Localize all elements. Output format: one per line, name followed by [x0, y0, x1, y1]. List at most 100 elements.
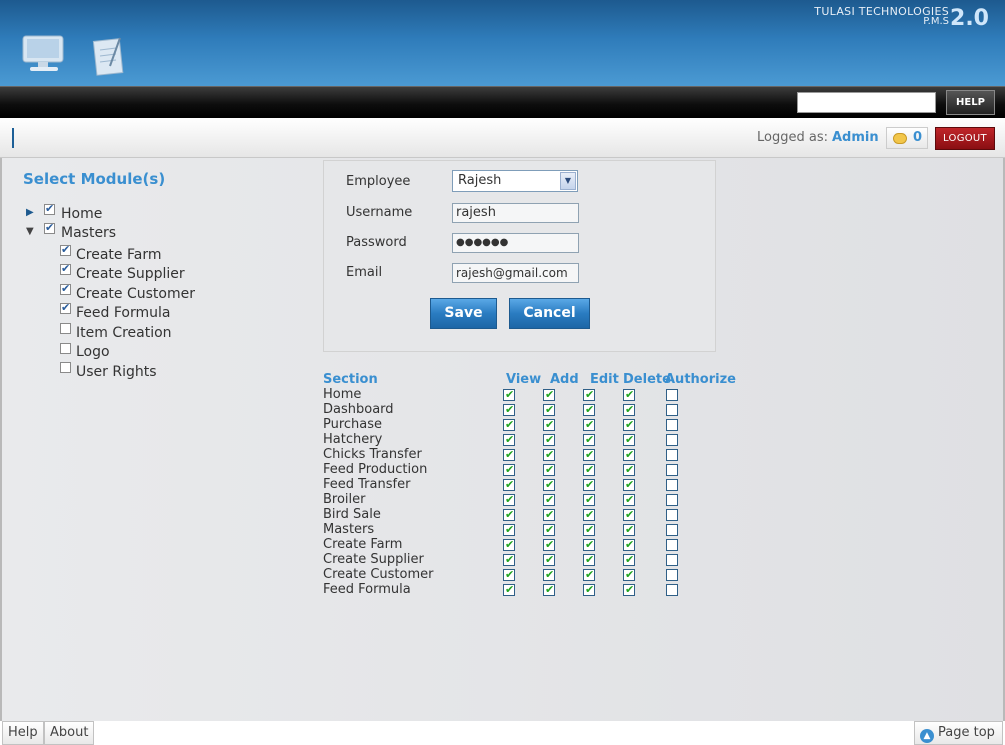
checkbox-view[interactable] [503, 523, 515, 536]
checkbox-edit[interactable] [583, 583, 595, 596]
checkbox-authorize[interactable] [666, 524, 678, 536]
checkbox-delete[interactable] [623, 463, 635, 476]
checkbox-add[interactable] [543, 388, 555, 401]
password-field[interactable]: ●●●●●● [452, 233, 579, 253]
checkbox-view[interactable] [503, 583, 515, 596]
checkbox-edit[interactable] [583, 568, 595, 581]
checkbox-view[interactable] [503, 403, 515, 416]
checkbox-add[interactable] [543, 568, 555, 581]
checkbox-authorize[interactable] [666, 509, 678, 521]
checkbox-view[interactable] [503, 553, 515, 566]
checkbox-edit[interactable] [583, 463, 595, 476]
save-button[interactable]: Save [430, 298, 497, 329]
footer-about-link[interactable]: About [44, 721, 95, 745]
checkbox-edit[interactable] [583, 493, 595, 506]
checkbox-add[interactable] [543, 508, 555, 521]
checkbox-add[interactable] [543, 433, 555, 446]
checkbox-delete[interactable] [623, 388, 635, 401]
checkbox-add[interactable] [543, 463, 555, 476]
checkbox-edit[interactable] [583, 538, 595, 551]
username-link[interactable]: Admin [832, 130, 879, 145]
checkbox-add[interactable] [543, 583, 555, 596]
checkbox-add[interactable] [543, 493, 555, 506]
checkbox-view[interactable] [503, 538, 515, 551]
checkbox-delete[interactable] [623, 553, 635, 566]
checkbox-delete[interactable] [623, 583, 635, 596]
checkbox-create-farm[interactable] [60, 243, 71, 256]
checkbox-view[interactable] [503, 463, 515, 476]
checkbox-edit[interactable] [583, 553, 595, 566]
checkbox-delete[interactable] [623, 523, 635, 536]
checkbox-home[interactable] [44, 202, 55, 215]
employee-select[interactable]: Rajesh ▼ [452, 170, 578, 192]
checkbox-view[interactable] [503, 448, 515, 461]
section-label: Create Supplier [323, 552, 424, 567]
checkbox-view[interactable] [503, 388, 515, 401]
checkbox-edit[interactable] [583, 433, 595, 446]
checkbox-authorize[interactable] [666, 449, 678, 461]
checkbox-delete[interactable] [623, 433, 635, 446]
footer-help-link[interactable]: Help [2, 721, 44, 745]
checkbox-authorize[interactable] [666, 494, 678, 506]
checkbox-add[interactable] [543, 448, 555, 461]
checkbox-view[interactable] [503, 478, 515, 491]
checkbox-delete[interactable] [623, 538, 635, 551]
checkbox-create-customer[interactable] [60, 282, 71, 295]
collapse-arrow-icon[interactable]: ▼ [26, 226, 34, 237]
checkbox-authorize[interactable] [666, 539, 678, 551]
checkbox-authorize[interactable] [666, 419, 678, 431]
checkbox-edit[interactable] [583, 388, 595, 401]
checkbox-authorize[interactable] [666, 404, 678, 416]
checkbox-delete[interactable] [623, 568, 635, 581]
chevron-down-icon[interactable]: ▼ [560, 172, 576, 190]
checkbox-view[interactable] [503, 508, 515, 521]
help-button[interactable]: HELP [946, 90, 995, 115]
checkbox-add[interactable] [543, 553, 555, 566]
checkbox-delete[interactable] [623, 418, 635, 431]
checkbox-authorize[interactable] [666, 434, 678, 446]
module-title: Select Module(s) [23, 170, 166, 188]
checkbox-masters[interactable] [44, 221, 55, 234]
checkbox-view[interactable] [503, 433, 515, 446]
checkbox-add[interactable] [543, 538, 555, 551]
checkbox-edit[interactable] [583, 508, 595, 521]
checkbox-view[interactable] [503, 568, 515, 581]
checkbox-delete[interactable] [623, 508, 635, 521]
checkbox-item-creation[interactable] [60, 323, 71, 334]
checkbox-authorize[interactable] [666, 464, 678, 476]
tree-item-user-rights: User Rights [76, 364, 157, 380]
checkbox-edit[interactable] [583, 403, 595, 416]
checkbox-authorize[interactable] [666, 554, 678, 566]
checkbox-delete[interactable] [623, 478, 635, 491]
messages-button[interactable]: 0 [886, 127, 928, 149]
checkbox-logo[interactable] [60, 343, 71, 354]
email-field[interactable]: rajesh@gmail.com [452, 263, 579, 283]
page-top-link[interactable]: ▲ Page top [914, 721, 1003, 745]
checkbox-user-rights[interactable] [60, 362, 71, 373]
checkbox-edit[interactable] [583, 448, 595, 461]
checkbox-authorize[interactable] [666, 569, 678, 581]
checkbox-add[interactable] [543, 403, 555, 416]
checkbox-view[interactable] [503, 418, 515, 431]
expand-arrow-icon[interactable]: ▶ [26, 207, 34, 218]
checkbox-view[interactable] [503, 493, 515, 506]
checkbox-feed-formula[interactable] [60, 301, 71, 314]
checkbox-edit[interactable] [583, 418, 595, 431]
checkbox-authorize[interactable] [666, 479, 678, 491]
logout-button[interactable]: LOGOUT [935, 127, 995, 150]
checkbox-add[interactable] [543, 478, 555, 491]
username-field[interactable]: rajesh [452, 203, 579, 223]
checkbox-edit[interactable] [583, 523, 595, 536]
checkbox-edit[interactable] [583, 478, 595, 491]
checkbox-delete[interactable] [623, 403, 635, 416]
checkbox-add[interactable] [543, 523, 555, 536]
checkbox-create-supplier[interactable] [60, 262, 71, 275]
checkbox-delete[interactable] [623, 493, 635, 506]
checkbox-delete[interactable] [623, 448, 635, 461]
checkbox-authorize[interactable] [666, 584, 678, 596]
cancel-button[interactable]: Cancel [509, 298, 590, 329]
checkbox-add[interactable] [543, 418, 555, 431]
checkbox-authorize[interactable] [666, 389, 678, 401]
search-input[interactable] [797, 92, 936, 113]
username-label: Username [346, 205, 413, 220]
